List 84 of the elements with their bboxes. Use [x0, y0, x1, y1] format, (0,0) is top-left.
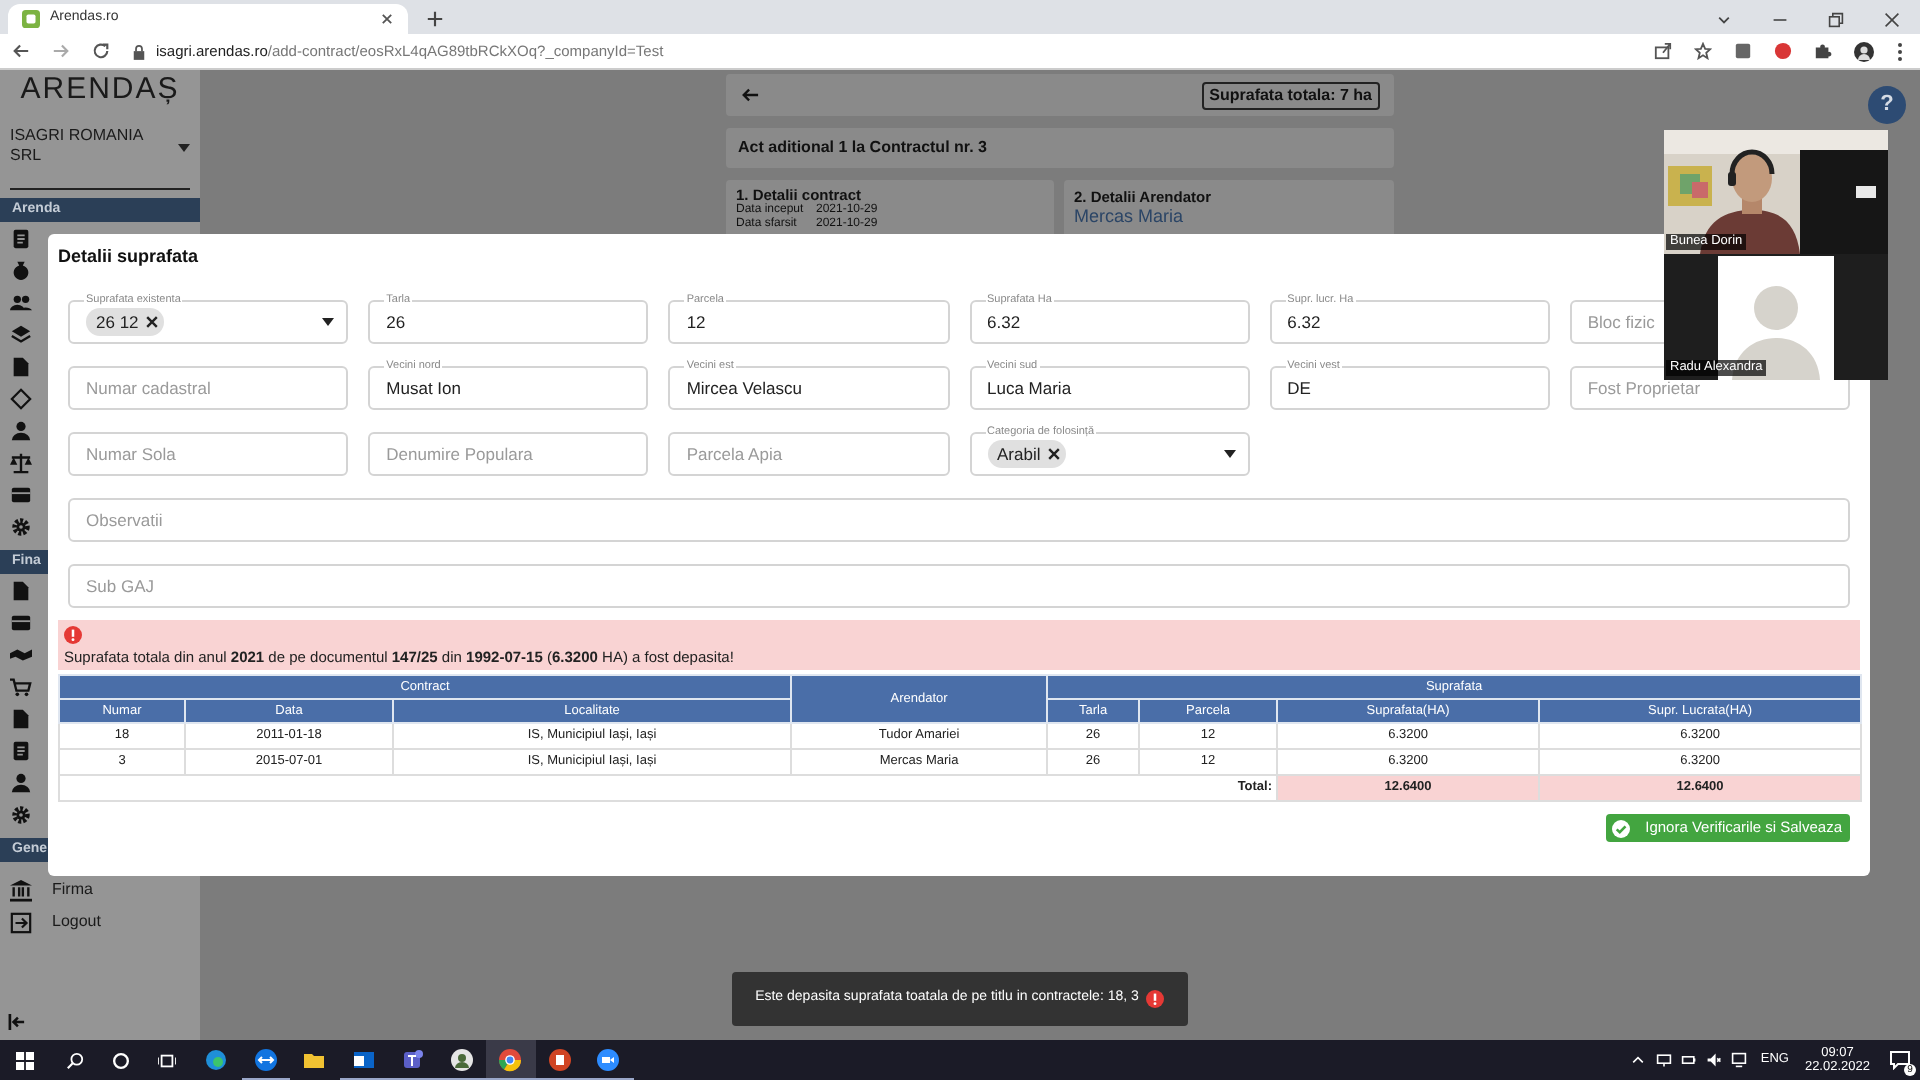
extension-icon[interactable]: [1734, 42, 1752, 60]
input-field[interactable]: Sub GAJ: [68, 564, 1850, 608]
caret-icon: [178, 144, 190, 152]
person-icon[interactable]: [10, 419, 32, 441]
speaker-icon[interactable]: [1706, 1052, 1723, 1068]
people-icon: [400, 1047, 425, 1071]
scale-icon[interactable]: [10, 451, 32, 473]
search-icon[interactable]: [66, 1051, 84, 1069]
input-field[interactable]: Luca Maria: [969, 366, 1250, 410]
close-icon[interactable]: [1048, 448, 1061, 460]
taskbar-app[interactable]: [486, 1040, 535, 1080]
check-circle-icon: [1611, 819, 1630, 837]
task-view-icon[interactable]: [158, 1051, 176, 1069]
input-field[interactable]: Numar Sola: [68, 432, 349, 476]
ring-icon[interactable]: [112, 1051, 130, 1069]
gear-icon[interactable]: [10, 515, 32, 537]
input-field[interactable]: 12: [668, 300, 949, 344]
wheel-icon: [498, 1047, 523, 1071]
card-icon[interactable]: [10, 483, 32, 505]
chip[interactable]: 26 12: [86, 308, 165, 336]
document-icon[interactable]: [10, 227, 32, 249]
input-field[interactable]: Observatii: [68, 498, 1850, 542]
puzzle-icon[interactable]: [1814, 42, 1832, 60]
chevron-up-icon[interactable]: [1630, 1052, 1647, 1068]
input-field[interactable]: Musat Ion: [368, 366, 649, 410]
close-icon[interactable]: [380, 12, 394, 26]
input-field[interactable]: 26: [368, 300, 649, 344]
dialog-title: Detalii suprafata: [58, 246, 199, 268]
file-icon[interactable]: [10, 707, 32, 729]
file-icon[interactable]: [10, 579, 32, 601]
restore-icon[interactable]: [1828, 12, 1844, 28]
card-icon[interactable]: [10, 611, 32, 633]
help-button[interactable]: ?: [1868, 86, 1906, 124]
share-icon[interactable]: [1654, 42, 1672, 60]
back-icon[interactable]: [12, 42, 30, 60]
video-camera-icon: [596, 1047, 621, 1071]
avatar-icon[interactable]: [1854, 41, 1874, 61]
bag-icon[interactable]: [10, 259, 32, 281]
mail-icon: [351, 1047, 376, 1071]
file-icon[interactable]: [10, 355, 32, 377]
alert-icon: [1146, 990, 1165, 1008]
arrows-icon: [253, 1047, 278, 1071]
reload-icon[interactable]: [92, 42, 110, 60]
gear-icon[interactable]: [10, 803, 32, 825]
close-icon[interactable]: [146, 316, 159, 328]
chevron-down-icon[interactable]: [1716, 12, 1732, 28]
document-icon[interactable]: [10, 739, 32, 761]
total-label: Suprafata totala: 7 ha: [1201, 81, 1380, 109]
sidebar-item[interactable]: Firma: [0, 874, 200, 906]
sidebar-item[interactable]: Logout: [0, 906, 200, 938]
chip[interactable]: Arabil: [987, 440, 1067, 468]
menu-icon[interactable]: [1896, 41, 1904, 61]
new-tab-icon[interactable]: [426, 10, 444, 28]
alert-icon: [64, 626, 82, 644]
caret-icon: [322, 318, 335, 326]
arendator-name: Mercas Maria: [1074, 206, 1186, 226]
title-card: Act aditional 1 la Contractul nr. 3: [726, 128, 1394, 168]
back-icon[interactable]: [740, 86, 760, 104]
input-field[interactable]: Numar cadastral: [68, 366, 349, 410]
monitor-icon[interactable]: [1656, 1052, 1673, 1068]
input-field[interactable]: Mircea Velascu: [668, 366, 949, 410]
battery-icon[interactable]: [1680, 1052, 1699, 1068]
bank-icon[interactable]: [10, 879, 32, 901]
extension-icon[interactable]: [1774, 42, 1792, 60]
input-field[interactable]: Parcela Apia: [668, 432, 949, 476]
avatar-icon: [449, 1047, 474, 1071]
logo: ARENDAȘ: [18, 74, 182, 106]
logout-icon[interactable]: [10, 911, 32, 933]
diamond-icon[interactable]: [10, 387, 32, 409]
caret-icon: [1223, 450, 1236, 458]
input-field[interactable]: Denumire Populara: [368, 432, 649, 476]
star-icon[interactable]: [1694, 42, 1712, 60]
windows-icon[interactable]: [16, 1051, 34, 1069]
person-icon[interactable]: [10, 771, 32, 793]
slides-icon: [547, 1047, 572, 1071]
layers-icon[interactable]: [10, 323, 32, 345]
company-select[interactable]: ISAGRI ROMANIA SRL: [10, 126, 190, 190]
collapse-icon[interactable]: [8, 1014, 26, 1030]
close-icon[interactable]: [1884, 12, 1900, 28]
cart-icon[interactable]: [10, 675, 32, 697]
people-icon[interactable]: [10, 291, 32, 313]
lock-icon: [132, 43, 146, 59]
input-field[interactable]: DE: [1269, 366, 1550, 410]
favicon-icon: [22, 10, 40, 28]
